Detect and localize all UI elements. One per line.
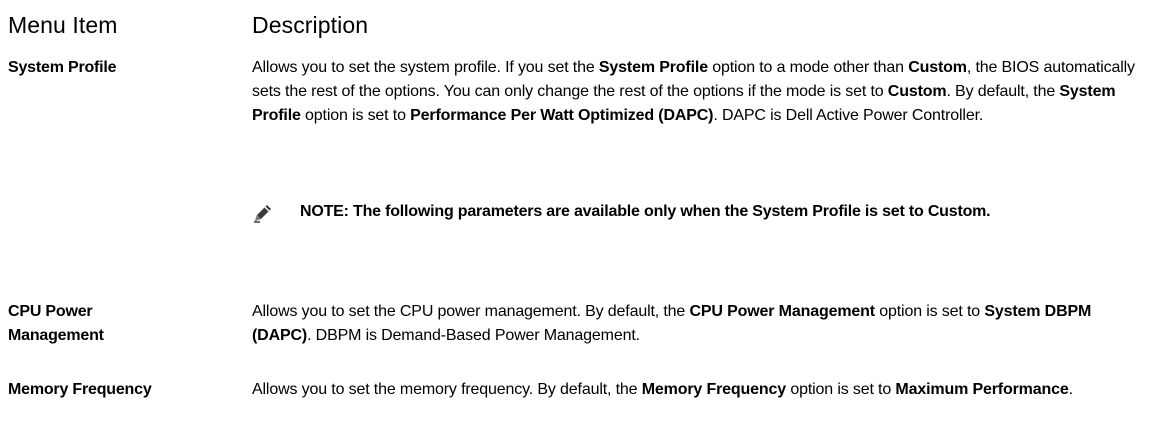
description-segment: . xyxy=(1068,381,1073,398)
menu-item-column-header: Menu Item xyxy=(8,12,118,38)
table-header: Menu Item Description xyxy=(8,12,1148,46)
menu-item-description: Allows you to set the memory frequency. … xyxy=(252,378,1148,402)
emphasized-term: Performance Per Watt Optimized (DAPC) xyxy=(410,107,714,124)
emphasized-term: CPU Power Management xyxy=(689,303,875,320)
menu-item-label: System Profile xyxy=(8,59,117,76)
description-segment: Allows you to set the CPU power manageme… xyxy=(252,303,690,320)
description-segment: Allows you to set the system profile. If… xyxy=(252,59,599,76)
menu-item-description: Allows you to set the system profile. If… xyxy=(252,56,1148,128)
description-segment: . DBPM is Demand-Based Power Management. xyxy=(307,327,640,344)
menu-item-description: Allows you to set the CPU power manageme… xyxy=(252,300,1148,348)
emphasized-term: System Profile xyxy=(598,59,708,76)
menu-item-label: Memory Frequency xyxy=(8,381,152,398)
menu-item-label: CPU Power Management xyxy=(8,303,104,344)
description-segment: option is set to xyxy=(300,107,411,124)
description-segment: option is set to xyxy=(786,381,896,398)
emphasized-term: Maximum Performance xyxy=(895,381,1069,398)
description-segment: option is set to xyxy=(874,303,985,320)
description-segment: . By default, the xyxy=(946,83,1060,100)
emphasized-term: Custom xyxy=(908,59,967,76)
pencil-note-icon xyxy=(254,205,271,223)
description-segment: Allows you to set the memory frequency. … xyxy=(252,381,642,398)
description-segment: option to a mode other than xyxy=(707,59,909,76)
note-text: NOTE: The following parameters are avail… xyxy=(300,203,991,220)
description-segment: . DAPC is Dell Active Power Controller. xyxy=(713,107,984,124)
emphasized-term: Custom xyxy=(887,83,947,100)
description-column-header: Description xyxy=(252,12,369,38)
emphasized-term: Memory Frequency xyxy=(641,381,787,398)
bios-settings-table: Menu Item Description System Profile All… xyxy=(0,0,1156,436)
